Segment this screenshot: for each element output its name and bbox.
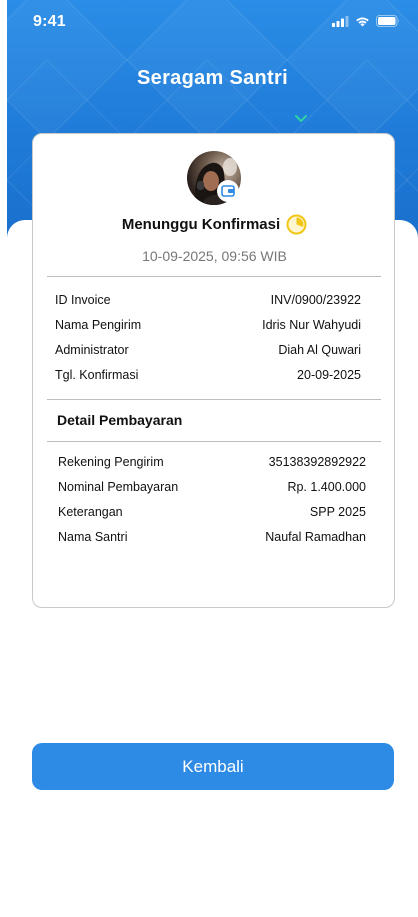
wifi-icon [356,17,369,26]
divider [47,276,381,277]
info-row-note: Keterangan SPP 2025 [58,499,366,524]
avatar-badge [217,180,239,202]
info-row-amount: Nominal Pembayaran Rp. 1.400.000 [58,474,366,499]
status-bar: 9:41 [7,0,418,44]
status-icons [332,15,400,27]
back-button[interactable]: Kembali [32,743,394,790]
info-label: Rekening Pengirim [58,454,164,469]
avatar-container [187,151,241,205]
payment-section-title: Detail Pembayaran [57,412,183,428]
signal-icon [332,15,349,27]
info-row-sender: Nama Pengirim Idris Nur Wahyudi [55,312,361,337]
status-time: 9:41 [33,13,66,30]
info-value: Rp. 1.400.000 [287,479,366,494]
phone-screen: 9:41 Seragam Santri Menunggu Konfirmasi … [7,0,418,917]
info-value: Idris Nur Wahyudi [262,317,361,332]
chevron-down-icon[interactable] [294,114,308,123]
info-label: Nama Santri [58,529,128,544]
payment-detail-card: Menunggu Konfirmasi 10-09-2025, 09:56 WI… [32,133,395,608]
payment-timestamp: 10-09-2025, 09:56 WIB [142,248,287,264]
info-row-student: Nama Santri Naufal Ramadhan [58,524,366,549]
info-value: 35138392892922 [268,454,366,469]
invoice-info: ID Invoice INV/0900/23922 Nama Pengirim … [55,287,361,387]
payment-info: Rekening Pengirim 35138392892922 Nominal… [58,449,366,549]
info-label: ID Invoice [55,292,111,307]
info-value: Diah Al Quwari [278,342,361,357]
payment-status: Menunggu Konfirmasi [121,216,281,233]
battery-icon [376,15,399,27]
info-row-account: Rekening Pengirim 35138392892922 [58,449,366,474]
info-label: Nama Pengirim [55,317,142,332]
status-row: Menunggu Konfirmasi [33,214,396,235]
info-label: Keterangan [58,504,123,519]
divider [47,441,381,442]
info-label: Nominal Pembayaran [58,479,179,494]
info-value: 20-09-2025 [297,367,361,382]
info-value: INV/0900/23922 [270,292,361,307]
wallet-icon [221,185,235,197]
info-label: Tgl. Konfirmasi [55,367,139,382]
info-value: SPP 2025 [309,504,366,519]
info-row-confirm-date: Tgl. Konfirmasi 20-09-2025 [55,362,361,387]
info-label: Administrator [55,342,129,357]
info-value: Naufal Ramadhan [265,529,366,544]
divider [47,399,381,400]
info-row-invoice: ID Invoice INV/0900/23922 [55,287,361,312]
clock-pending-icon [286,214,307,235]
info-row-admin: Administrator Diah Al Quwari [55,337,361,362]
page-title: Seragam Santri [137,67,288,89]
